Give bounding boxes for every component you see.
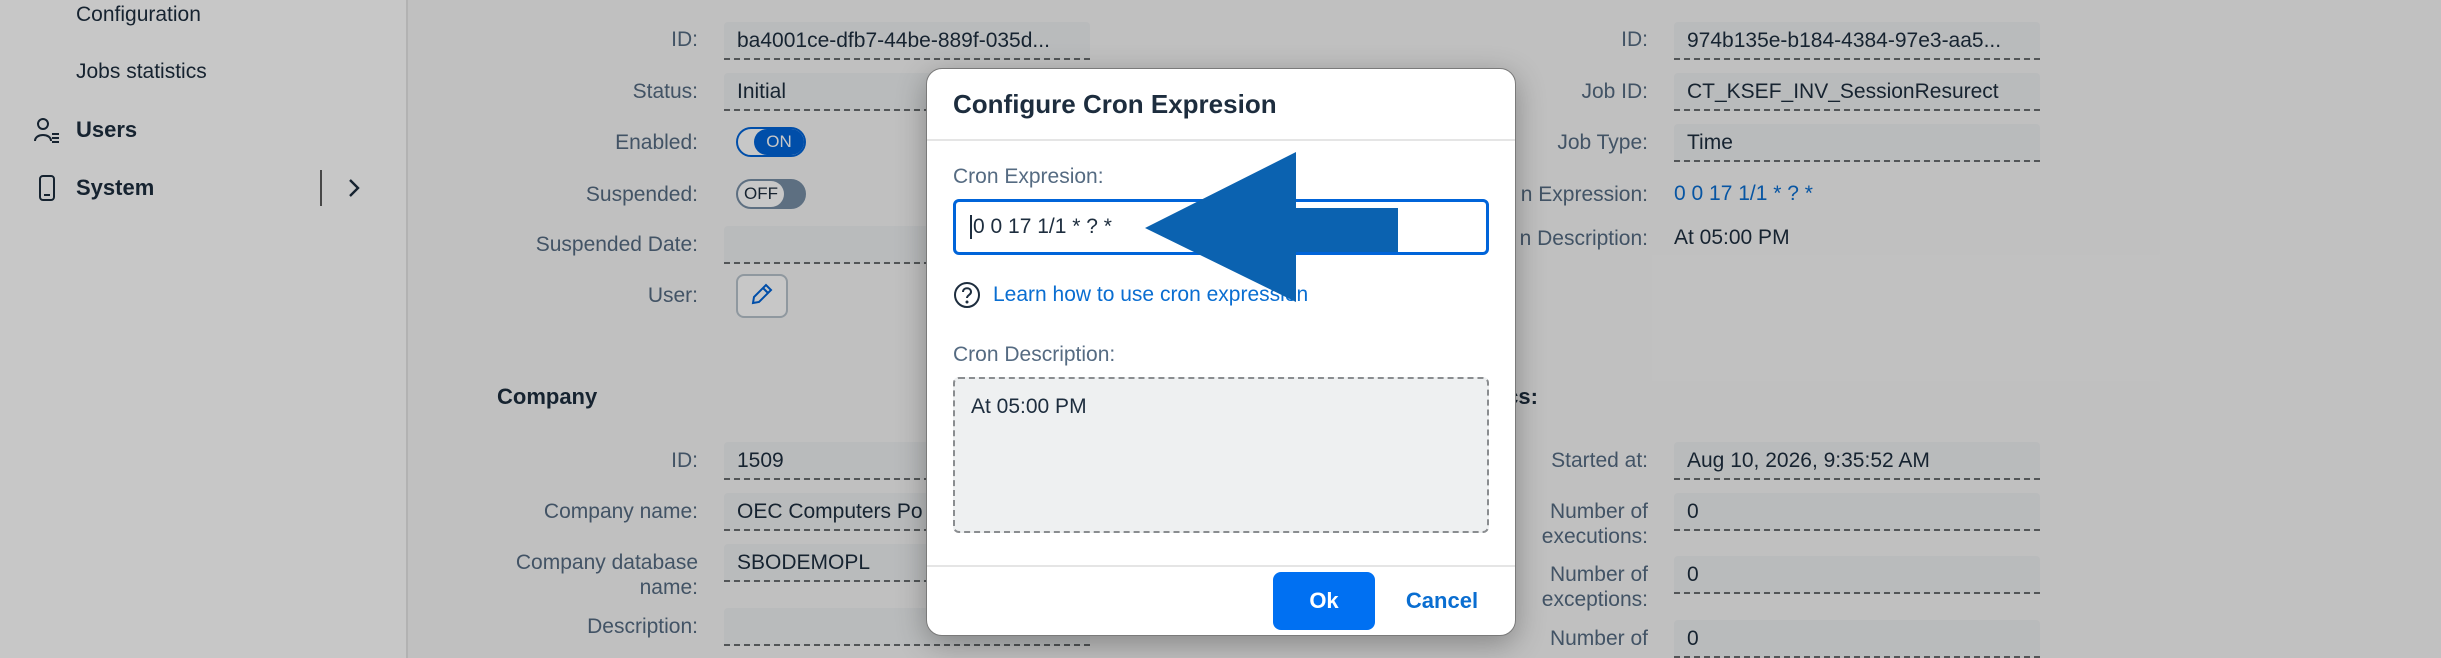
cron-description-textarea[interactable]: At 05:00 PM bbox=[953, 377, 1489, 533]
text-caret bbox=[970, 215, 972, 240]
ok-button[interactable]: Ok bbox=[1273, 572, 1375, 630]
dialog-header-divider bbox=[927, 139, 1515, 141]
cron-expression-input[interactable]: 0 0 17 1/1 * ? * bbox=[953, 199, 1489, 255]
question-circle-icon bbox=[953, 281, 981, 309]
learn-cron-link[interactable]: Learn how to use cron expression bbox=[993, 283, 1308, 307]
cancel-button[interactable]: Cancel bbox=[1397, 572, 1487, 630]
dialog-footer-divider bbox=[927, 565, 1515, 567]
cron-expression-field-label: Cron Expresion: bbox=[953, 165, 1104, 188]
cron-description-text: At 05:00 PM bbox=[971, 395, 1087, 418]
dialog-title: Configure Cron Expresion bbox=[953, 89, 1277, 119]
cron-expression-value: 0 0 17 1/1 * ? * bbox=[973, 215, 1112, 238]
configure-cron-dialog: Configure Cron Expresion Cron Expresion:… bbox=[926, 68, 1516, 636]
cron-description-field-label: Cron Description: bbox=[953, 343, 1116, 366]
